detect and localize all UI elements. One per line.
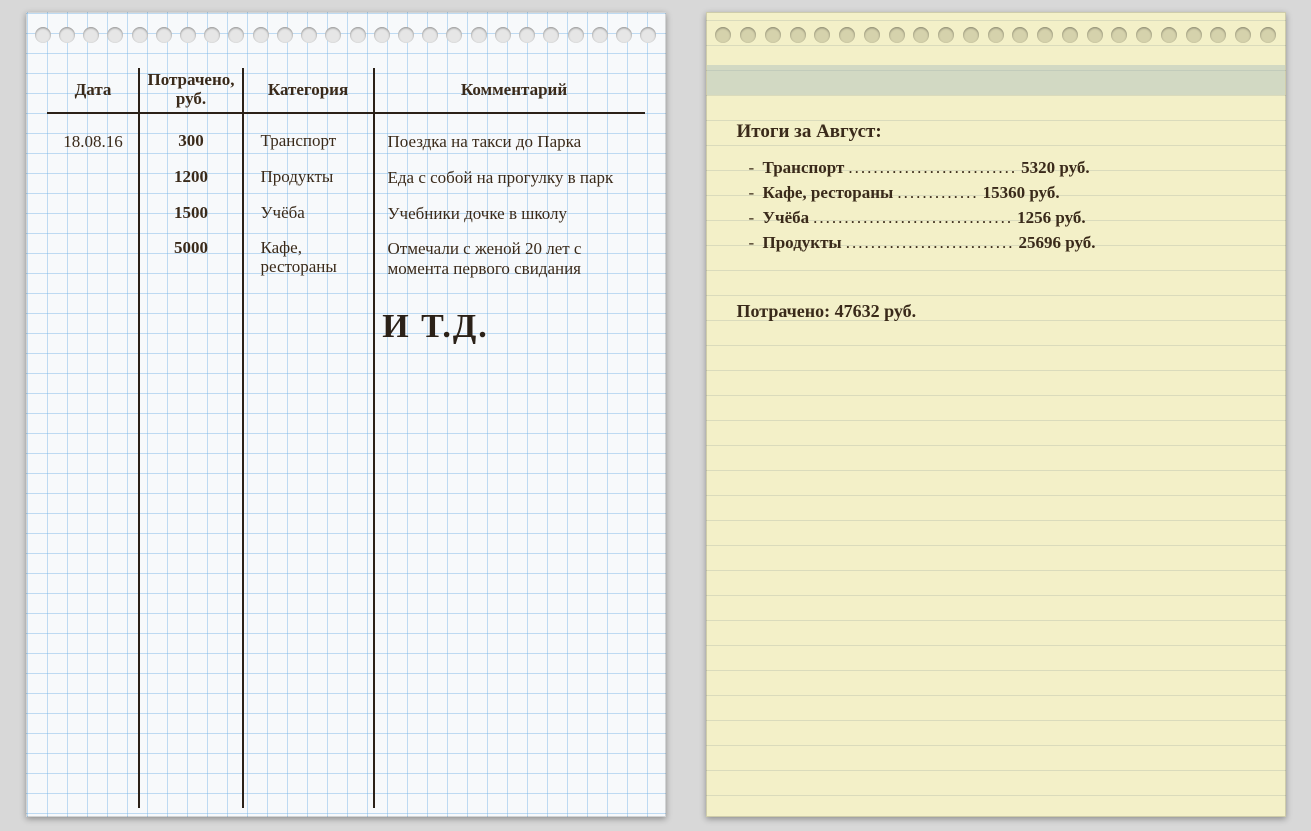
cell-spent: 5000: [140, 239, 243, 278]
summary-item-name: Учёба: [763, 205, 810, 230]
summary-item: - Кафе, рестораны ............. 15360 ру…: [737, 180, 1255, 205]
leader-dots: ...........................: [848, 155, 1017, 180]
cell-spent: 1200: [140, 168, 243, 188]
cell-spent: 1500: [140, 204, 243, 224]
bullet-dash: -: [749, 155, 759, 180]
cell-category: Учёба: [243, 204, 374, 224]
spiral-binding: [27, 21, 665, 49]
cell-comment: Отмечали с женой 20 лет с момента первог…: [374, 239, 645, 278]
summary-total: Потрачено: 47632 руб.: [737, 301, 1255, 322]
table-row: 18.08.16 300 Транспорт Поездка на такси …: [47, 132, 645, 152]
bullet-dash: -: [749, 180, 759, 205]
cell-category: Транспорт: [243, 132, 374, 152]
column-divider: [242, 68, 244, 808]
summary-item-value: 5320 руб.: [1021, 155, 1090, 180]
leader-dots: .............: [897, 180, 978, 205]
spiral-binding: [707, 21, 1285, 49]
header-comment: Комментарий: [374, 80, 645, 100]
cell-date: [47, 204, 140, 224]
cell-category: Продукты: [243, 168, 374, 188]
table-row: 1200 Продукты Еда с собой на прогулку в …: [47, 168, 645, 188]
expense-ledger-sheet: Дата Потрачено, руб. Категория Комментар…: [26, 12, 666, 817]
summary-sheet: Итоги за Август: - Транспорт ...........…: [706, 12, 1286, 817]
leader-dots: ................................: [813, 205, 1013, 230]
summary-item-value: 25696 руб.: [1018, 230, 1095, 255]
cell-spent: 300: [140, 132, 243, 152]
summary-item: - Учёба ................................…: [737, 205, 1255, 230]
column-divider: [138, 68, 140, 808]
ledger-rows: 18.08.16 300 Транспорт Поездка на такси …: [47, 114, 645, 278]
cell-category: Кафе, рестораны: [243, 239, 374, 278]
cell-date: [47, 239, 140, 278]
bullet-dash: -: [749, 205, 759, 230]
etc-label: И Т.Д.: [47, 308, 645, 346]
cell-date: 18.08.16: [47, 132, 140, 152]
summary-item-value: 15360 руб.: [983, 180, 1060, 205]
summary-item-value: 1256 руб.: [1017, 205, 1086, 230]
header-category: Категория: [243, 80, 374, 100]
cell-comment: Учебники дочке в школу: [374, 204, 645, 224]
cell-comment: Поездка на такси до Парка: [374, 132, 645, 152]
cell-date: [47, 168, 140, 188]
leader-dots: ...........................: [846, 230, 1015, 255]
header-date: Дата: [47, 80, 140, 100]
table-row: 5000 Кафе, рестораны Отмечали с женой 20…: [47, 239, 645, 278]
summary-item-name: Транспорт: [763, 155, 845, 180]
summary-item: - Продукты ........................... 2…: [737, 230, 1255, 255]
table-row: 1500 Учёба Учебники дочке в школу: [47, 204, 645, 224]
summary-item: - Транспорт ........................... …: [737, 155, 1255, 180]
bullet-dash: -: [749, 230, 759, 255]
column-divider: [373, 68, 375, 808]
header-spent: Потрачено, руб.: [140, 71, 243, 108]
summary-title: Итоги за Август:: [737, 121, 1255, 143]
cell-comment: Еда с собой на прогулку в парк: [374, 168, 645, 188]
summary-item-name: Кафе, рестораны: [763, 180, 894, 205]
ledger-header-row: Дата Потрачено, руб. Категория Комментар…: [47, 68, 645, 114]
summary-item-name: Продукты: [763, 230, 842, 255]
